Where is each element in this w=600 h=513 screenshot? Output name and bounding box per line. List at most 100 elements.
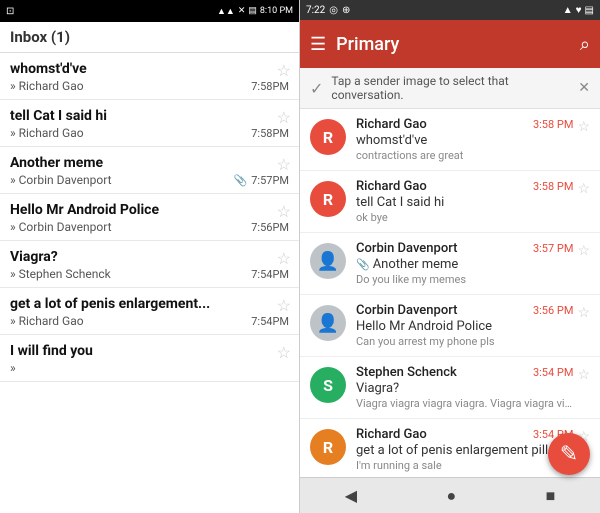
star-icon[interactable]: ☆ [577, 305, 590, 321]
star-icon[interactable]: ☆ [577, 119, 590, 135]
left-email-sender: Stephen Schenck [10, 267, 111, 281]
right-email-item[interactable]: 👤 Corbin Davenport 3:56 PM Hello Mr Andr… [300, 295, 600, 357]
left-email-item[interactable]: I will find you ☆ [0, 335, 299, 382]
star-icon[interactable]: ☆ [277, 155, 291, 174]
back-button[interactable]: ◀ [345, 486, 357, 505]
left-email-subject: I will find you [10, 343, 289, 359]
right-email-item[interactable]: R Richard Gao 3:58 PM tell Cat I said hi… [300, 171, 600, 233]
left-usb-icon: ⊡ [6, 6, 14, 17]
right-email-preview: Do you like my memes [356, 273, 573, 286]
star-icon[interactable]: ☆ [277, 249, 291, 268]
sender-avatar[interactable]: R [310, 429, 346, 465]
right-email-header: Richard Gao 3:54 PM [356, 427, 573, 442]
left-email-time: 7:58PM [251, 80, 289, 93]
notification-bar: ✓ Tap a sender image to select that conv… [300, 68, 600, 109]
right-email-content: Richard Gao 3:58 PM tell Cat I said hi o… [356, 179, 573, 224]
right-email-subject: Hello Mr Android Police [356, 319, 573, 334]
star-icon[interactable]: ☆ [577, 243, 590, 259]
wifi-icon: ✕ [238, 6, 246, 16]
left-email-subject: get a lot of penis enlargement... [10, 296, 289, 312]
star-icon[interactable]: ☆ [277, 296, 291, 315]
left-email-sender: Corbin Davenport [10, 220, 112, 234]
left-email-item[interactable]: tell Cat I said hi Richard Gao 7:58PM ☆ [0, 100, 299, 147]
right-status-left: 7:22 ◎ ⊕ [306, 5, 350, 16]
star-icon[interactable]: ☆ [577, 181, 590, 197]
star-icon[interactable]: ☆ [277, 108, 291, 127]
right-email-content: Richard Gao 3:58 PM whomst'd've contract… [356, 117, 573, 162]
signal-icon: ▲▲ [217, 6, 235, 17]
right-sender-name: Richard Gao [356, 117, 427, 132]
home-button[interactable]: ● [446, 486, 456, 506]
left-email-meta: Corbin Davenport 📎 7:57PM [10, 173, 289, 187]
right-email-header: Richard Gao 3:58 PM [356, 117, 573, 132]
right-email-content: Corbin Davenport 3:57 PM 📎Another meme D… [356, 241, 573, 286]
left-email-sender [10, 361, 16, 375]
right-status-right: ▲ ♥ ▤ [563, 5, 594, 16]
right-email-subject: whomst'd've [356, 133, 573, 148]
close-icon[interactable]: ✕ [578, 80, 590, 96]
right-signal-icon: ▲ [563, 5, 573, 16]
right-email-header: Corbin Davenport 3:56 PM [356, 303, 573, 318]
left-email-meta: Richard Gao 7:58PM [10, 126, 289, 140]
right-email-header: Richard Gao 3:58 PM [356, 179, 573, 194]
menu-icon[interactable]: ☰ [310, 34, 326, 55]
left-email-meta: Corbin Davenport 7:56PM [10, 220, 289, 234]
star-icon[interactable]: ☆ [277, 202, 291, 221]
left-email-subject: whomst'd've [10, 61, 289, 77]
sender-avatar[interactable]: 👤 [310, 305, 346, 341]
sender-avatar[interactable]: S [310, 367, 346, 403]
right-email-time: 3:57 PM [533, 242, 573, 255]
recents-button[interactable]: ■ [546, 486, 556, 506]
right-email-preview: contractions are great [356, 149, 573, 162]
right-email-preview: Can you arrest my phone pls [356, 335, 573, 348]
right-email-preview: Viagra viagra viagra viagra. Viagra viag… [356, 397, 573, 410]
right-panel: 7:22 ◎ ⊕ ▲ ♥ ▤ ☰ Primary ⌕ ✓ Tap a sende… [300, 0, 600, 513]
left-email-meta: Richard Gao 7:54PM [10, 314, 289, 328]
left-email-meta: Stephen Schenck 7:54PM [10, 267, 289, 281]
right-notification-dot: ◎ [329, 5, 338, 16]
right-time: 7:22 [306, 5, 325, 16]
sender-avatar[interactable]: R [310, 181, 346, 217]
left-email-time: 7:56PM [251, 221, 289, 234]
star-icon[interactable]: ☆ [277, 61, 291, 80]
notification-text: Tap a sender image to select that conver… [331, 74, 570, 102]
right-heart-icon: ♥ [576, 5, 582, 16]
sender-avatar[interactable]: 👤 [310, 243, 346, 279]
star-icon[interactable]: ☆ [277, 343, 291, 362]
sender-avatar[interactable]: R [310, 119, 346, 155]
left-panel: ⊡ ▲▲ ✕ ▤ 8:10 PM Inbox (1) whomst'd've R… [0, 0, 300, 513]
right-email-list-wrapper: R Richard Gao 3:58 PM whomst'd've contra… [300, 109, 600, 513]
right-email-subject: Viagra? [356, 381, 573, 396]
left-email-time: 7:57PM [251, 174, 289, 187]
right-sender-name: Corbin Davenport [356, 241, 457, 256]
attachment-icon: 📎 [234, 174, 248, 187]
left-email-time: 7:54PM [251, 268, 289, 281]
bottom-navigation: ◀ ● ■ [300, 477, 600, 513]
right-email-item[interactable]: 👤 Corbin Davenport 3:57 PM 📎Another meme… [300, 233, 600, 295]
search-icon[interactable]: ⌕ [580, 34, 590, 55]
right-email-subject: tell Cat I said hi [356, 195, 573, 210]
left-email-subject: Viagra? [10, 249, 289, 265]
right-email-item[interactable]: S Stephen Schenck 3:54 PM Viagra? Viagra… [300, 357, 600, 419]
star-icon[interactable]: ☆ [577, 367, 590, 383]
right-toolbar: ☰ Primary ⌕ [300, 20, 600, 68]
left-email-meta: Richard Gao 7:58PM [10, 79, 289, 93]
left-email-item[interactable]: Hello Mr Android Police Corbin Davenport… [0, 194, 299, 241]
left-email-item[interactable]: Another meme Corbin Davenport 📎 7:57PM ☆ [0, 147, 299, 194]
right-email-item[interactable]: R Richard Gao 3:58 PM whomst'd've contra… [300, 109, 600, 171]
left-inbox-title: Inbox (1) [10, 28, 70, 46]
right-email-time: 3:58 PM [533, 180, 573, 193]
right-battery-icon: ▤ [585, 5, 594, 16]
left-email-sender: Corbin Davenport [10, 173, 112, 187]
left-email-item[interactable]: Viagra? Stephen Schenck 7:54PM ☆ [0, 241, 299, 288]
right-email-preview: I'm running a sale [356, 459, 573, 472]
right-sender-name: Richard Gao [356, 427, 427, 442]
left-email-item[interactable]: whomst'd've Richard Gao 7:58PM ☆ [0, 53, 299, 100]
left-email-subject: Hello Mr Android Police [10, 202, 289, 218]
left-email-sender: Richard Gao [10, 79, 84, 93]
right-email-content: Stephen Schenck 3:54 PM Viagra? Viagra v… [356, 365, 573, 410]
right-email-preview: ok bye [356, 211, 573, 224]
compose-fab-button[interactable]: ✎ [548, 433, 590, 475]
left-email-item[interactable]: get a lot of penis enlargement... Richar… [0, 288, 299, 335]
left-status-bar: ⊡ ▲▲ ✕ ▤ 8:10 PM [0, 0, 299, 22]
